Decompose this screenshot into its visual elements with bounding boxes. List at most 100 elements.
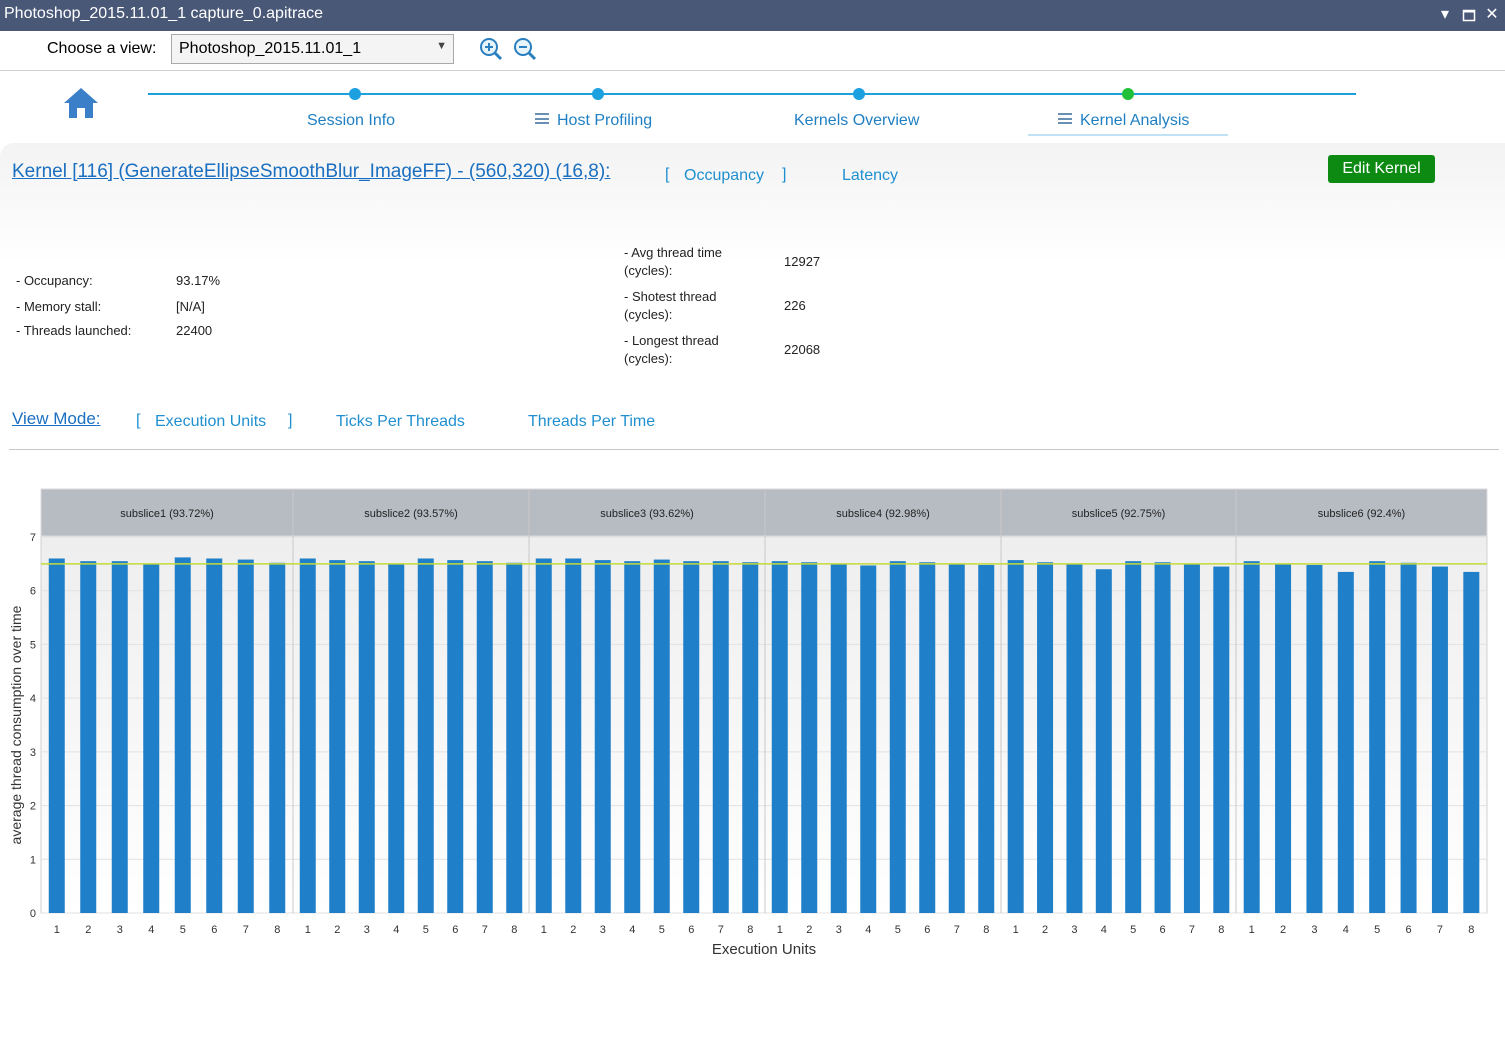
bar xyxy=(329,560,346,913)
bar xyxy=(919,562,936,913)
view-threads-per-time-link[interactable]: Threads Per Time xyxy=(528,413,655,431)
y-axis-label: average thread consumption over time xyxy=(8,605,24,844)
tab-host-profiling[interactable]: Host Profiling xyxy=(535,112,652,130)
zoom-in-icon[interactable] xyxy=(478,36,504,62)
view-mode-label: View Mode: xyxy=(12,409,101,428)
subslice-header-label: subslice3 (93.62%) xyxy=(600,508,694,520)
x-tick-label: 4 xyxy=(148,924,154,936)
y-tick-label: 1 xyxy=(30,854,36,866)
x-tick-label: 4 xyxy=(393,924,399,936)
subslice-header-label: subslice6 (92.4%) xyxy=(1318,508,1405,520)
execution-units-chart: 0 1 2 3 4 5 6 7 average thread consumption over … xyxy=(8,488,1488,958)
bar xyxy=(1095,569,1112,913)
bar xyxy=(1037,562,1054,913)
stat-value-longest-thread: 22068 xyxy=(784,342,821,357)
bar xyxy=(742,562,759,913)
latency-mode-link[interactable]: Latency xyxy=(842,167,898,185)
step-dot-session-info[interactable] xyxy=(349,88,361,100)
bar xyxy=(830,563,847,913)
stat-label-occupancy: - Occupancy: xyxy=(16,273,93,288)
tab-label: Kernels Overview xyxy=(794,112,920,129)
x-tick-label: 2 xyxy=(1042,924,1048,936)
bracket-open: [ xyxy=(665,166,670,183)
bar xyxy=(358,561,375,913)
x-tick-label: 8 xyxy=(1468,924,1474,936)
x-tick-label: 2 xyxy=(1280,924,1286,936)
x-tick-label: 3 xyxy=(600,924,606,936)
tab-kernels-overview[interactable]: Kernels Overview xyxy=(794,112,919,130)
x-tick-label: 3 xyxy=(1311,924,1317,936)
view-execution-units-link[interactable]: Execution Units xyxy=(155,413,266,431)
maximize-icon[interactable] xyxy=(1458,3,1480,27)
x-tick-label: 2 xyxy=(334,924,340,936)
home-icon[interactable] xyxy=(62,86,100,120)
x-tick-label: 7 xyxy=(718,924,724,936)
close-icon[interactable]: ✕ xyxy=(1481,3,1503,27)
dropdown-icon[interactable]: ▾ xyxy=(1434,3,1456,27)
toolbar: Choose a view: Photoshop_2015.11.01_1 ▼ xyxy=(0,31,1505,71)
x-tick-label: 3 xyxy=(836,924,842,936)
bar xyxy=(889,561,906,913)
bar xyxy=(1066,563,1083,913)
occupancy-mode-link[interactable]: Occupancy xyxy=(684,167,764,185)
chevron-down-icon: ▼ xyxy=(436,40,447,52)
stat-label-longest-thread: - Longest thread xyxy=(624,333,719,348)
x-tick-label: 1 xyxy=(54,924,60,936)
x-tick-label: 4 xyxy=(629,924,635,936)
bar xyxy=(1125,561,1142,913)
bar xyxy=(299,558,316,913)
x-tick-label: 1 xyxy=(777,924,783,936)
bar xyxy=(1463,571,1480,913)
subslice-header-label: subslice2 (93.57%) xyxy=(364,508,458,520)
x-tick-label: 4 xyxy=(1101,924,1107,936)
y-tick-label: 0 xyxy=(30,908,36,920)
title-bar: Photoshop_2015.11.01_1 capture_0.apitrac… xyxy=(0,0,1505,31)
bar xyxy=(624,561,641,913)
y-tick-label: 4 xyxy=(30,693,36,705)
x-tick-label: 1 xyxy=(1013,924,1019,936)
zoom-out-icon[interactable] xyxy=(512,36,538,62)
step-dot-kernel-analysis[interactable] xyxy=(1122,88,1134,100)
edit-kernel-button[interactable]: Edit Kernel xyxy=(1328,155,1435,183)
stat-value-threads-launched: 22400 xyxy=(176,323,213,338)
x-tick-label: 7 xyxy=(482,924,488,936)
bar xyxy=(1275,563,1292,913)
stat-value-memory-stall: [N/A] xyxy=(176,299,205,314)
step-dot-host-profiling[interactable] xyxy=(592,88,604,100)
step-dot-kernels-overview[interactable] xyxy=(853,88,865,100)
bar xyxy=(860,565,877,913)
x-tick-label: 6 xyxy=(924,924,930,936)
bracket-close: ] xyxy=(782,166,787,183)
y-tick-label: 2 xyxy=(30,801,36,813)
x-tick-label: 8 xyxy=(511,924,517,936)
view-select[interactable]: Photoshop_2015.11.01_1 ▼ xyxy=(171,34,454,64)
tab-kernel-analysis[interactable]: Kernel Analysis xyxy=(1058,112,1189,130)
divider xyxy=(9,449,1499,450)
view-select-value: Photoshop_2015.11.01_1 xyxy=(179,40,362,57)
view-ticks-per-threads-link[interactable]: Ticks Per Threads xyxy=(336,413,465,431)
x-tick-label: 7 xyxy=(954,924,960,936)
stat-label-shortest-thread-unit: (cycles): xyxy=(624,307,673,322)
bar xyxy=(506,562,523,913)
choose-view-label: Choose a view: xyxy=(47,40,157,57)
bar xyxy=(143,563,160,913)
x-tick-label: 5 xyxy=(659,924,665,936)
subslice-header-label: subslice4 (92.98%) xyxy=(836,508,930,520)
kernel-title-link[interactable]: Kernel [116] (GenerateEllipseSmoothBlur_… xyxy=(12,161,610,183)
tab-session-info[interactable]: Session Info xyxy=(307,112,395,130)
window-title: Photoshop_2015.11.01_1 capture_0.apitrac… xyxy=(4,5,324,22)
stat-value-occupancy: 93.17% xyxy=(176,273,221,288)
bar xyxy=(535,558,552,913)
x-tick-label: 5 xyxy=(1130,924,1136,936)
bar xyxy=(447,560,464,913)
bar xyxy=(388,563,405,913)
x-tick-label: 1 xyxy=(305,924,311,936)
bar xyxy=(594,560,611,913)
bar xyxy=(417,558,434,913)
bar xyxy=(237,559,254,913)
y-tick-label: 6 xyxy=(30,586,36,598)
stat-label-memory-stall: - Memory stall: xyxy=(16,299,102,314)
bar xyxy=(1213,566,1230,913)
bar xyxy=(565,558,582,913)
y-tick-label: 7 xyxy=(30,532,36,544)
